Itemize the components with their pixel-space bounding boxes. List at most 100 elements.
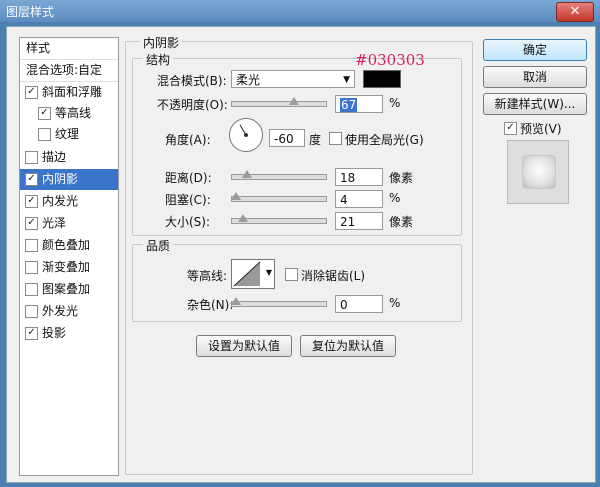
- checkbox-icon[interactable]: ✓: [25, 195, 38, 208]
- dialog-client-area: 样式 混合选项:自定 ✓ 斜面和浮雕 ✓ 等高线 纹理 描边 ✓ 内阴影 ✓ 内…: [6, 26, 596, 483]
- sidebar-item-bevel-emboss[interactable]: ✓ 斜面和浮雕: [20, 82, 118, 103]
- new-style-button[interactable]: 新建样式(W)...: [483, 93, 587, 115]
- layer-style-dialog: 图层样式 ✕ 样式 混合选项:自定 ✓ 斜面和浮雕 ✓ 等高线 纹理 描边 ✓ …: [0, 0, 600, 487]
- checkbox-icon[interactable]: ✓: [25, 327, 38, 340]
- checkbox-icon[interactable]: [38, 128, 51, 141]
- distance-value: 18: [340, 171, 356, 185]
- sidebar-item-stroke[interactable]: 描边: [20, 147, 118, 168]
- checkbox-icon[interactable]: ✓: [25, 86, 38, 99]
- sidebar-item-label: 等高线: [55, 106, 92, 120]
- opacity-slider[interactable]: [231, 97, 327, 107]
- sidebar-item-inner-shadow[interactable]: ✓ 内阴影: [20, 169, 118, 190]
- sidebar-item-label: 描边: [42, 150, 67, 164]
- panel-title: 内阴影: [140, 34, 183, 51]
- distance-unit: 像素: [389, 171, 414, 185]
- title-bar: 图层样式 ✕: [0, 0, 600, 22]
- sidebar-item-outer-glow[interactable]: 外发光: [20, 301, 118, 322]
- global-light-label: 使用全局光(G): [345, 133, 424, 147]
- slider-thumb[interactable]: [231, 297, 241, 305]
- angle-unit: 度: [309, 133, 322, 147]
- opacity-label: 不透明度(O):: [157, 98, 228, 112]
- contour-label: 等高线:: [187, 269, 228, 283]
- sidebar-item-inner-glow[interactable]: ✓ 内发光: [20, 191, 118, 212]
- angle-dial-center: [244, 133, 248, 137]
- antialias-label: 消除锯齿(L): [301, 269, 366, 283]
- slider-thumb[interactable]: [238, 214, 248, 222]
- sidebar-item-label: 内阴影: [42, 172, 79, 186]
- choke-input[interactable]: 4: [335, 190, 383, 208]
- slider-thumb[interactable]: [242, 170, 252, 178]
- chevron-down-icon: ▼: [343, 75, 350, 85]
- reset-default-button[interactable]: 复位为默认值: [300, 335, 396, 357]
- sidebar-item-label: 内发光: [42, 194, 79, 208]
- sidebar-item-gradient-overlay[interactable]: 渐变叠加: [20, 257, 118, 278]
- angle-label: 角度(A):: [165, 133, 211, 147]
- blend-mode-label: 混合模式(B):: [157, 74, 227, 88]
- checkbox-icon[interactable]: ✓: [38, 107, 51, 120]
- distance-input[interactable]: 18: [335, 168, 383, 186]
- global-light-checkbox[interactable]: [329, 132, 342, 145]
- noise-slider[interactable]: [231, 297, 327, 307]
- blend-mode-value: 柔光: [236, 73, 261, 87]
- window-title: 图层样式: [6, 5, 55, 19]
- noise-label: 杂色(N):: [187, 298, 234, 312]
- sidebar-item-color-overlay[interactable]: 颜色叠加: [20, 235, 118, 256]
- size-input[interactable]: 21: [335, 212, 383, 230]
- blend-options-item[interactable]: 混合选项:自定: [20, 60, 118, 82]
- checkbox-icon[interactable]: ✓: [25, 173, 38, 186]
- sidebar-item-satin[interactable]: ✓ 光泽: [20, 213, 118, 234]
- sidebar-item-texture[interactable]: 纹理: [20, 124, 118, 145]
- noise-unit: %: [389, 296, 401, 310]
- sidebar-item-label: 图案叠加: [42, 282, 91, 296]
- checkbox-icon[interactable]: ✓: [25, 217, 38, 230]
- noise-input[interactable]: 0: [335, 295, 383, 313]
- size-label: 大小(S):: [165, 215, 211, 229]
- checkbox-icon[interactable]: [25, 283, 38, 296]
- shadow-color-swatch[interactable]: [363, 70, 401, 88]
- contour-picker[interactable]: ▼: [231, 259, 275, 289]
- angle-dial[interactable]: [229, 118, 263, 152]
- ok-button[interactable]: 确定: [483, 39, 587, 61]
- slider-thumb[interactable]: [289, 97, 299, 105]
- sidebar-item-pattern-overlay[interactable]: 图案叠加: [20, 279, 118, 300]
- set-default-button[interactable]: 设置为默认值: [196, 335, 292, 357]
- structure-title: 结构: [143, 51, 174, 68]
- choke-value: 4: [340, 193, 348, 207]
- checkbox-icon[interactable]: [25, 261, 38, 274]
- noise-value: 0: [340, 298, 348, 312]
- blend-mode-select[interactable]: 柔光 ▼: [231, 70, 355, 88]
- checkbox-icon[interactable]: [25, 305, 38, 318]
- preview-checkbox[interactable]: ✓: [504, 122, 517, 135]
- size-value: 21: [340, 215, 356, 229]
- choke-label: 阻塞(C):: [165, 193, 211, 207]
- sidebar-item-contour[interactable]: ✓ 等高线: [20, 103, 118, 124]
- styles-header[interactable]: 样式: [20, 38, 118, 60]
- antialias-checkbox[interactable]: [285, 268, 298, 281]
- distance-slider[interactable]: [231, 170, 327, 180]
- angle-input[interactable]: -60: [269, 129, 305, 147]
- sidebar-item-label: 投影: [42, 326, 67, 340]
- preview-label: 预览(V): [520, 122, 562, 136]
- inner-shadow-panel: 内阴影 结构 混合模式(B): 柔光 ▼ #030303 不透明度(O): 67: [125, 34, 473, 475]
- close-button[interactable]: ✕: [556, 2, 594, 22]
- choke-slider[interactable]: [231, 192, 327, 202]
- structure-group: 结构 混合模式(B): 柔光 ▼ #030303 不透明度(O): 67 % 角…: [132, 51, 462, 236]
- opacity-unit: %: [389, 96, 401, 110]
- opacity-value: 67: [340, 98, 358, 112]
- sidebar-item-label: 颜色叠加: [42, 238, 91, 252]
- sidebar-item-label: 外发光: [42, 304, 79, 318]
- checkbox-icon[interactable]: [25, 239, 38, 252]
- color-annotation: #030303: [355, 51, 425, 69]
- checkbox-icon[interactable]: [25, 151, 38, 164]
- cancel-button[interactable]: 取消: [483, 66, 587, 88]
- size-unit: 像素: [389, 215, 414, 229]
- blend-options-label: 混合选项:自定: [26, 63, 103, 77]
- sidebar-item-label: 光泽: [42, 216, 67, 230]
- slider-thumb[interactable]: [231, 192, 241, 200]
- size-slider[interactable]: [231, 214, 327, 224]
- preview-swatch: [522, 155, 556, 189]
- sidebar-item-drop-shadow[interactable]: ✓ 投影: [20, 323, 118, 344]
- sidebar-item-label: 纹理: [55, 127, 80, 141]
- style-preview-thumbnail: [507, 140, 569, 204]
- opacity-input[interactable]: 67: [335, 95, 383, 113]
